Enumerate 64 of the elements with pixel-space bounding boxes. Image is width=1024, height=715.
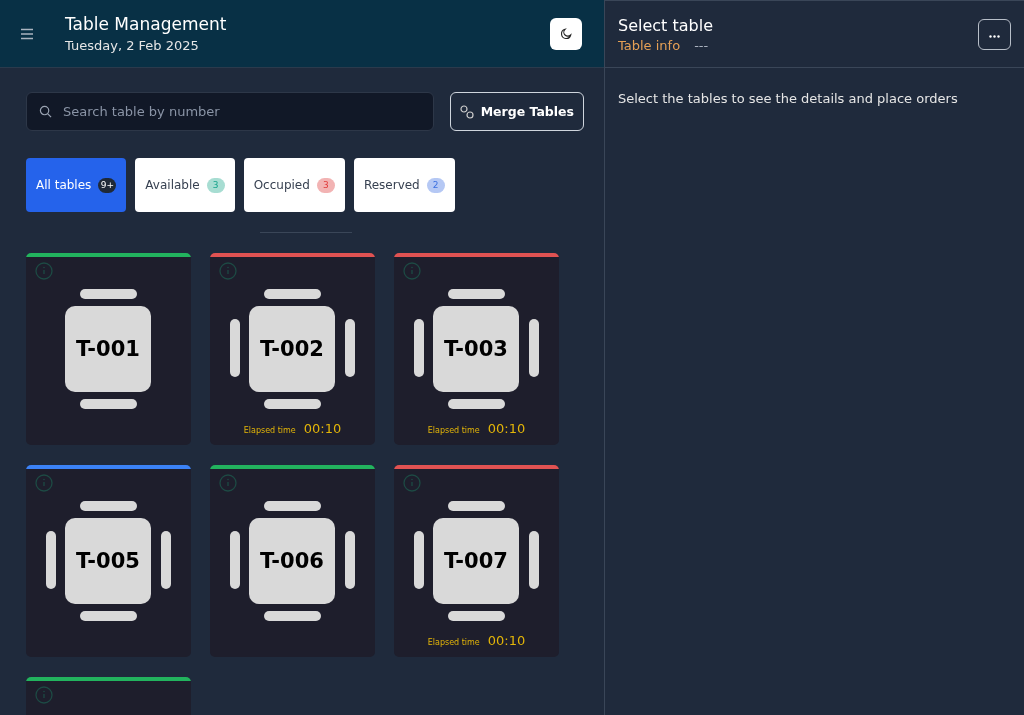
moon-icon <box>559 27 573 40</box>
more-button[interactable] <box>978 18 1011 50</box>
count-badge: 2 <box>426 177 445 193</box>
elapsed-label: Elapsed time <box>243 426 296 435</box>
seat <box>448 501 505 511</box>
date-label: Tuesday, 2 Feb 2025 <box>65 38 200 53</box>
table-card[interactable]: T-007 Elapsed time 00:10 <box>394 465 559 657</box>
info-icon[interactable] <box>403 474 421 492</box>
seat <box>80 289 137 299</box>
table-card[interactable]: T-006 <box>210 465 375 657</box>
seat <box>80 611 137 621</box>
seat <box>448 289 505 299</box>
filter-label: Occupied <box>253 178 310 192</box>
seat <box>264 289 321 299</box>
filter-tab[interactable]: Available 3 <box>135 158 235 212</box>
filter-tab[interactable]: All tables 9+ <box>26 158 127 212</box>
info-icon[interactable] <box>35 474 53 492</box>
seat <box>264 501 321 511</box>
empty-message: Select the tables to see the details and place orders <box>618 91 959 106</box>
table-info-label: Table info <box>618 37 681 53</box>
elapsed-label: Elapsed time <box>427 426 480 435</box>
elapsed-time: 00:10 <box>487 633 526 648</box>
table-card[interactable]: T-002 Elapsed time 00:10 <box>210 253 375 445</box>
seat <box>448 611 505 621</box>
info-icon[interactable] <box>219 262 237 280</box>
page-title: Table Management <box>65 14 228 34</box>
table-label: T-002 <box>249 306 335 392</box>
info-icon[interactable] <box>219 474 237 492</box>
table-card[interactable]: T-003 Elapsed time 00:10 <box>394 253 559 445</box>
search-field[interactable]: Search table by number <box>26 92 434 131</box>
elapsed-time: 00:10 <box>487 421 526 436</box>
count-badge: 3 <box>316 177 335 193</box>
table-info-value: --- <box>694 37 709 53</box>
info-icon[interactable] <box>35 686 53 704</box>
table-label: T-001 <box>65 306 151 392</box>
info-icon[interactable] <box>403 262 421 280</box>
seat <box>448 399 505 409</box>
table-label: T-007 <box>433 518 519 604</box>
search-icon <box>39 105 52 118</box>
seat <box>264 611 321 621</box>
merge-tables-button[interactable]: Merge Tables <box>449 92 584 131</box>
count-badge: 3 <box>206 177 225 193</box>
link-icon <box>459 104 474 119</box>
table-card[interactable]: T-005 <box>26 465 191 657</box>
filter-tab[interactable]: Reserved 2 <box>353 158 455 212</box>
menu-icon[interactable] <box>20 27 34 40</box>
panel-title: Select table <box>618 15 714 35</box>
seat <box>80 501 137 511</box>
count-badge: 9+ <box>98 177 117 193</box>
elapsed-label: Elapsed time <box>427 638 480 647</box>
filter-label: Available <box>145 178 200 192</box>
table-label: T-006 <box>249 518 335 604</box>
seat <box>264 399 321 409</box>
elapsed-time: 00:10 <box>303 421 342 436</box>
table-label: T-005 <box>65 518 151 604</box>
table-label: T-003 <box>433 306 519 392</box>
filter-label: Reserved <box>363 178 420 192</box>
filter-tab[interactable]: Occupied 3 <box>243 158 345 212</box>
theme-toggle-button[interactable] <box>550 17 582 50</box>
table-card[interactable]: T-001 <box>26 253 191 445</box>
filter-label: All tables <box>36 178 92 192</box>
info-icon[interactable] <box>35 262 53 280</box>
seat <box>80 399 137 409</box>
more-icon <box>989 35 1000 38</box>
